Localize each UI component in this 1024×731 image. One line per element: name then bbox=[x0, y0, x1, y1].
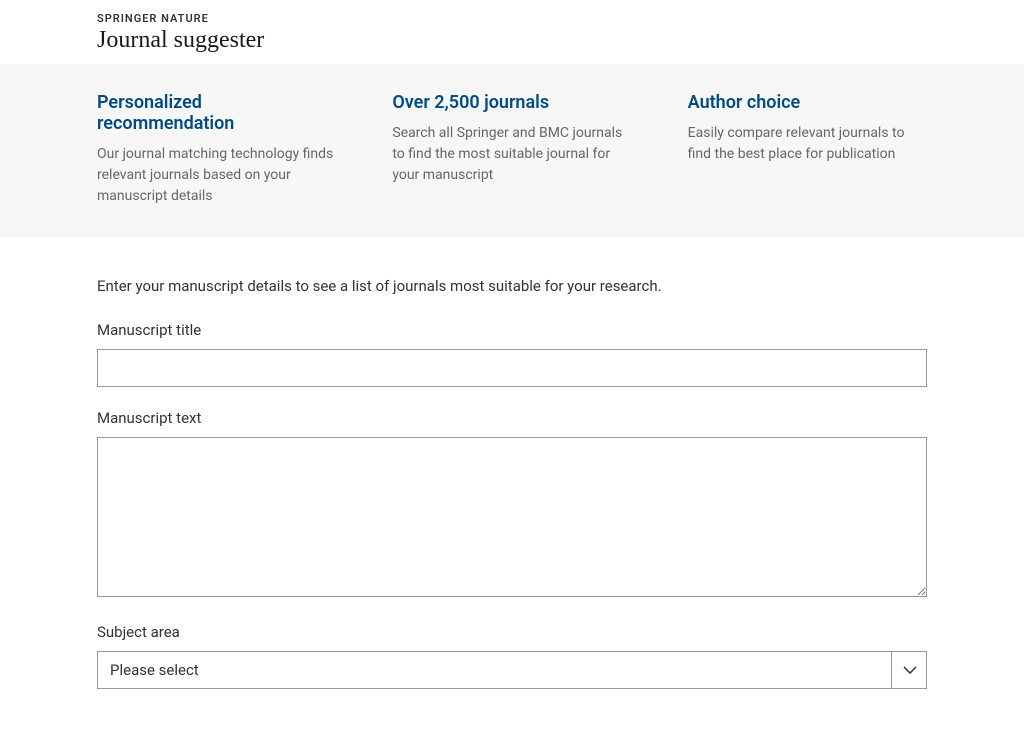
manuscript-text-input[interactable] bbox=[97, 437, 927, 597]
subject-area-label: Subject area bbox=[97, 623, 927, 641]
manuscript-text-label: Manuscript text bbox=[97, 409, 927, 427]
feature-title: Over 2,500 journals bbox=[392, 92, 631, 113]
field-subject-area: Subject area Please select bbox=[97, 623, 927, 689]
subject-area-select[interactable]: Please select bbox=[97, 651, 927, 689]
subject-area-select-wrapper: Please select bbox=[97, 651, 927, 689]
feature-title: Author choice bbox=[688, 92, 927, 113]
feature-desc: Our journal matching technology finds re… bbox=[97, 144, 336, 207]
product-name: Journal suggester bbox=[97, 27, 264, 54]
header: SPRINGER NATURE Journal suggester bbox=[0, 0, 1024, 64]
feature-journals: Over 2,500 journals Search all Springer … bbox=[392, 92, 631, 207]
feature-desc: Easily compare relevant journals to find… bbox=[688, 123, 927, 165]
brand-name: SPRINGER NATURE bbox=[97, 12, 264, 25]
feature-title: Personalized recommendation bbox=[97, 92, 336, 134]
feature-personalized: Personalized recommendation Our journal … bbox=[97, 92, 336, 207]
logo: SPRINGER NATURE Journal suggester bbox=[97, 12, 264, 54]
intro-text: Enter your manuscript details to see a l… bbox=[97, 277, 927, 295]
form-section: Enter your manuscript details to see a l… bbox=[0, 237, 1024, 731]
field-manuscript-title: Manuscript title bbox=[97, 321, 927, 387]
manuscript-title-label: Manuscript title bbox=[97, 321, 927, 339]
field-manuscript-text: Manuscript text bbox=[97, 409, 927, 601]
manuscript-title-input[interactable] bbox=[97, 349, 927, 387]
features-section: Personalized recommendation Our journal … bbox=[0, 64, 1024, 237]
feature-author-choice: Author choice Easily compare relevant jo… bbox=[688, 92, 927, 207]
feature-desc: Search all Springer and BMC journals to … bbox=[392, 123, 631, 186]
